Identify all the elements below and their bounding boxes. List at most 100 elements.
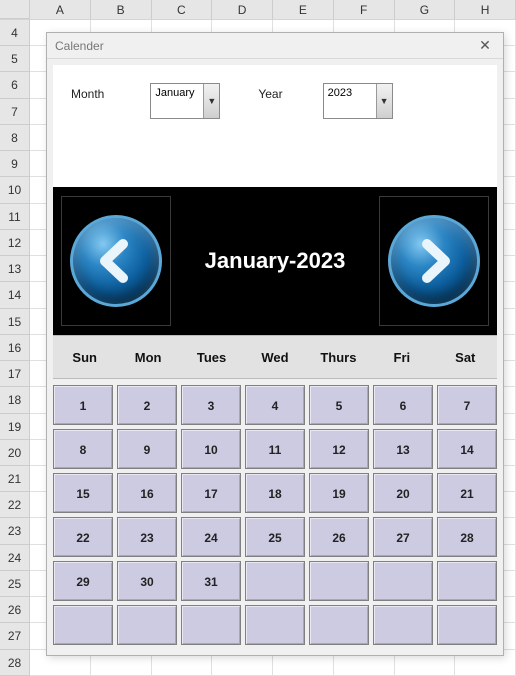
row-header[interactable]: 21	[0, 466, 30, 492]
dow-label: Fri	[370, 336, 433, 380]
column-header[interactable]: F	[334, 0, 395, 19]
day-cell[interactable]: 12	[309, 429, 369, 469]
day-cell-empty	[437, 561, 497, 601]
dialog-titlebar: Calender ✕	[47, 33, 503, 59]
next-month-button[interactable]	[379, 196, 489, 326]
year-value: 2023	[324, 84, 376, 102]
close-button[interactable]: ✕	[475, 36, 495, 56]
month-label: Month	[71, 83, 104, 105]
chevron-down-icon[interactable]: ▼	[376, 84, 392, 118]
row-header[interactable]: 4	[0, 20, 30, 46]
calendar-dialog: Calender ✕ Month January ▼ Year 2023 ▼ J…	[46, 32, 504, 656]
chevron-left-icon	[70, 215, 162, 307]
row-header[interactable]: 23	[0, 518, 30, 544]
row-header[interactable]: 25	[0, 571, 30, 597]
row-header[interactable]: 17	[0, 361, 30, 387]
month-banner: January-2023	[53, 187, 497, 335]
day-cell[interactable]: 22	[53, 517, 113, 557]
row-header[interactable]: 12	[0, 230, 30, 256]
banner-title: January-2023	[205, 248, 346, 274]
day-cell[interactable]: 26	[309, 517, 369, 557]
row-header[interactable]: 9	[0, 151, 30, 177]
day-cell[interactable]: 29	[53, 561, 113, 601]
dow-label: Sun	[53, 336, 116, 380]
column-header[interactable]: D	[212, 0, 273, 19]
column-header[interactable]: C	[152, 0, 213, 19]
column-header[interactable]: E	[273, 0, 334, 19]
day-cell-empty	[373, 561, 433, 601]
day-cell[interactable]: 10	[181, 429, 241, 469]
day-cell[interactable]: 14	[437, 429, 497, 469]
row-header[interactable]: 7	[0, 99, 30, 125]
row-header[interactable]: 26	[0, 597, 30, 623]
day-cell-empty	[437, 605, 497, 645]
day-cell[interactable]: 17	[181, 473, 241, 513]
column-header[interactable]: A	[30, 0, 91, 19]
day-cell[interactable]: 7	[437, 385, 497, 425]
day-cell[interactable]: 25	[245, 517, 305, 557]
column-header[interactable]: B	[91, 0, 152, 19]
day-cell[interactable]: 4	[245, 385, 305, 425]
day-cell-empty	[309, 561, 369, 601]
day-cell[interactable]: 16	[117, 473, 177, 513]
row-header[interactable]: 19	[0, 414, 30, 440]
column-header[interactable]: G	[395, 0, 456, 19]
day-cell-empty	[245, 605, 305, 645]
month-value: January	[151, 84, 203, 102]
day-cell[interactable]: 21	[437, 473, 497, 513]
dow-label: Wed	[243, 336, 306, 380]
row-header[interactable]: 16	[0, 335, 30, 361]
dow-label: Thurs	[307, 336, 370, 380]
day-cell-empty	[245, 561, 305, 601]
row-header[interactable]: 28	[0, 650, 30, 676]
day-cell-empty	[309, 605, 369, 645]
row-header[interactable]: 14	[0, 282, 30, 308]
year-combobox[interactable]: 2023 ▼	[323, 83, 393, 119]
day-cell[interactable]: 28	[437, 517, 497, 557]
column-header[interactable]: H	[455, 0, 516, 19]
row-header[interactable]: 22	[0, 492, 30, 518]
day-cell[interactable]: 11	[245, 429, 305, 469]
day-cell[interactable]: 20	[373, 473, 433, 513]
day-cell[interactable]: 9	[117, 429, 177, 469]
calendar-grid: 1234567891011121314151617181920212223242…	[53, 385, 497, 645]
month-combobox[interactable]: January ▼	[150, 83, 220, 119]
day-cell[interactable]: 1	[53, 385, 113, 425]
day-of-week-header: SunMonTuesWedThursFriSat	[53, 335, 497, 379]
day-cell-empty	[53, 605, 113, 645]
day-cell[interactable]: 24	[181, 517, 241, 557]
row-header[interactable]: 27	[0, 623, 30, 649]
row-header[interactable]: 11	[0, 204, 30, 230]
select-all-corner[interactable]	[0, 0, 30, 19]
day-cell-empty	[117, 605, 177, 645]
chevron-right-icon	[388, 215, 480, 307]
day-cell[interactable]: 8	[53, 429, 113, 469]
day-cell[interactable]: 23	[117, 517, 177, 557]
row-header[interactable]: 18	[0, 387, 30, 413]
day-cell[interactable]: 30	[117, 561, 177, 601]
dow-label: Mon	[116, 336, 179, 380]
row-header[interactable]: 13	[0, 256, 30, 282]
day-cell[interactable]: 31	[181, 561, 241, 601]
dow-label: Tues	[180, 336, 243, 380]
day-cell-empty	[181, 605, 241, 645]
day-cell[interactable]: 19	[309, 473, 369, 513]
controls-row: Month January ▼ Year 2023 ▼	[53, 65, 497, 133]
row-header[interactable]: 8	[0, 125, 30, 151]
row-header[interactable]: 10	[0, 177, 30, 203]
day-cell[interactable]: 18	[245, 473, 305, 513]
prev-month-button[interactable]	[61, 196, 171, 326]
row-header[interactable]: 24	[0, 545, 30, 571]
day-cell[interactable]: 5	[309, 385, 369, 425]
row-header[interactable]: 6	[0, 72, 30, 98]
day-cell[interactable]: 2	[117, 385, 177, 425]
day-cell[interactable]: 6	[373, 385, 433, 425]
row-header[interactable]: 5	[0, 46, 30, 72]
row-header[interactable]: 20	[0, 440, 30, 466]
day-cell[interactable]: 3	[181, 385, 241, 425]
day-cell[interactable]: 13	[373, 429, 433, 469]
day-cell[interactable]: 27	[373, 517, 433, 557]
chevron-down-icon[interactable]: ▼	[203, 84, 219, 118]
day-cell[interactable]: 15	[53, 473, 113, 513]
row-header[interactable]: 15	[0, 309, 30, 335]
